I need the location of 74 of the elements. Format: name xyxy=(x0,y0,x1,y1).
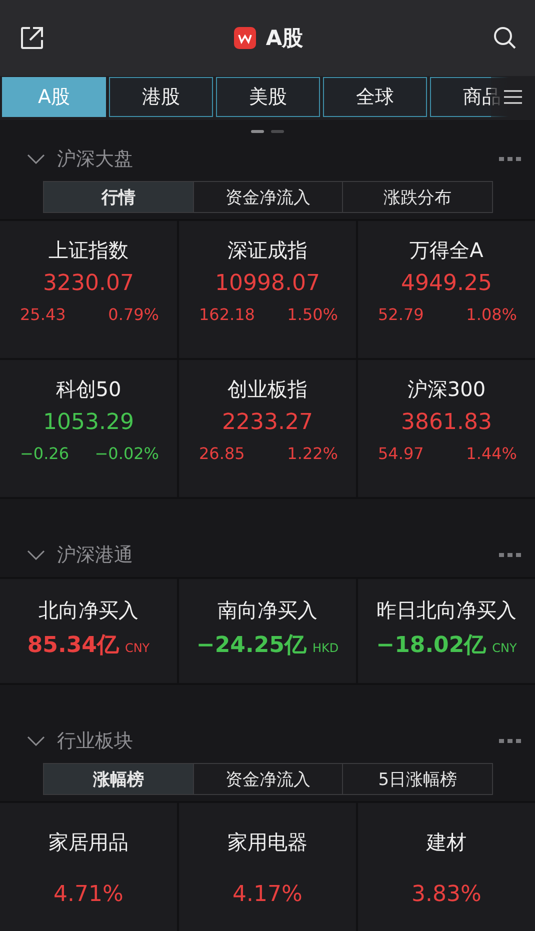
segment-tab[interactable]: 涨幅榜 xyxy=(44,764,193,794)
change-percent: 0.79% xyxy=(108,305,159,324)
quote-card[interactable]: 创业板指 2233.27 26.85 1.22% xyxy=(179,360,356,497)
change-value: 26.85 xyxy=(199,444,245,463)
index-value: 10998.07 xyxy=(215,271,320,296)
currency-unit: CNY xyxy=(492,641,517,655)
segment-tab[interactable]: 5日涨幅榜 xyxy=(342,764,492,794)
quote-card[interactable]: 昨日北向净买入 −18.02亿 CNY xyxy=(358,579,535,683)
more-icon[interactable] xyxy=(499,552,521,558)
search-icon[interactable] xyxy=(492,25,518,51)
more-icon[interactable] xyxy=(499,156,521,162)
quote-card[interactable]: 科创50 1053.29 −0.26 −0.02% xyxy=(0,360,177,497)
index-value: 2233.27 xyxy=(222,410,313,435)
sector-name: 建材 xyxy=(426,829,466,856)
change-value: 25.43 xyxy=(20,305,66,324)
segment-tab[interactable]: 涨跌分布 xyxy=(342,182,492,212)
market-tab[interactable]: 全球 xyxy=(323,77,427,117)
change-value: 54.97 xyxy=(378,444,424,463)
quote-card[interactable]: 家用电器 4.17% xyxy=(179,803,356,931)
flow-name: 北向净买入 xyxy=(38,597,138,624)
chevron-icon[interactable] xyxy=(27,550,45,560)
change-value: −0.26 xyxy=(20,444,70,463)
change-percent: 1.08% xyxy=(466,305,517,324)
quote-card[interactable]: 建材 3.83% xyxy=(358,803,535,931)
sector-percent: 4.17% xyxy=(232,882,302,907)
menu-icon[interactable] xyxy=(503,89,523,105)
sector-percent: 3.83% xyxy=(412,882,482,907)
index-name: 上证指数 xyxy=(48,237,128,264)
sector-name: 家居用品 xyxy=(48,829,128,856)
change-percent: 1.44% xyxy=(466,444,517,463)
logo-icon xyxy=(234,27,256,49)
quote-card[interactable]: 北向净买入 85.34亿 CNY xyxy=(0,579,177,683)
chevron-icon[interactable] xyxy=(27,736,45,746)
change-percent: 1.22% xyxy=(287,444,338,463)
index-value: 3230.07 xyxy=(43,271,134,296)
market-tab[interactable]: 港股 xyxy=(109,77,213,117)
flow-name: 昨日北向净买入 xyxy=(376,597,516,624)
change-percent: 1.50% xyxy=(287,305,338,324)
quote-card[interactable]: 万得全A 4949.25 52.79 1.08% xyxy=(358,221,535,358)
flow-value: −18.02亿 xyxy=(376,632,486,660)
quote-card[interactable]: 沪深300 3861.83 54.97 1.44% xyxy=(358,360,535,497)
segment-tab[interactable]: 资金净流入 xyxy=(192,182,342,212)
quote-card[interactable]: 家居用品 4.71% xyxy=(0,803,177,931)
index-name: 创业板指 xyxy=(228,376,308,403)
flow-value: −24.25亿 xyxy=(196,632,306,660)
share-icon[interactable] xyxy=(19,25,45,51)
quote-card[interactable]: 深证成指 10998.07 162.18 1.50% xyxy=(179,221,356,358)
segment-tab[interactable]: 资金净流入 xyxy=(192,764,342,794)
change-percent: −0.02% xyxy=(94,444,159,463)
index-name: 深证成指 xyxy=(228,237,308,264)
sector-name: 家用电器 xyxy=(228,829,308,856)
quote-card[interactable]: 南向净买入 −24.25亿 HKD xyxy=(179,579,356,683)
more-icon[interactable] xyxy=(499,738,521,744)
index-name: 沪深300 xyxy=(407,376,486,403)
index-value: 1053.29 xyxy=(43,410,134,435)
market-tab[interactable]: 美股 xyxy=(216,77,320,117)
page-title: A股 xyxy=(266,25,304,52)
segment-tab[interactable]: 行情 xyxy=(44,182,193,212)
index-name: 科创50 xyxy=(56,376,122,403)
flow-value: 85.34亿 xyxy=(27,632,119,660)
chevron-icon[interactable] xyxy=(27,154,45,164)
sector-percent: 4.71% xyxy=(54,882,124,907)
index-name: 万得全A xyxy=(410,237,484,264)
flow-name: 南向净买入 xyxy=(218,597,318,624)
section-title: 沪深大盘 xyxy=(57,147,134,172)
index-value: 3861.83 xyxy=(401,410,492,435)
currency-unit: HKD xyxy=(312,641,339,655)
currency-unit: CNY xyxy=(124,641,150,655)
index-value: 4949.25 xyxy=(401,271,492,296)
quote-card[interactable]: 上证指数 3230.07 25.43 0.79% xyxy=(0,221,177,358)
section-title: 沪深港通 xyxy=(57,543,134,568)
change-value: 162.18 xyxy=(199,305,255,324)
change-value: 52.79 xyxy=(378,305,424,324)
section-title: 行业板块 xyxy=(57,729,134,754)
